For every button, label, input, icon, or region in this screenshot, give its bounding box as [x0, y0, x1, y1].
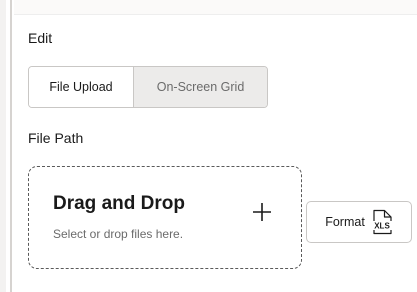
file-dropzone[interactable]: Drag and Drop Select or drop files here. [28, 166, 302, 269]
dropzone-subtitle: Select or drop files here. [53, 227, 184, 241]
left-rail [0, 0, 6, 292]
file-path-label: File Path [28, 130, 84, 146]
format-button-label: Format [325, 215, 365, 229]
xls-icon-text: XLS [374, 222, 390, 231]
tab-on-screen-grid[interactable]: On-Screen Grid [134, 67, 267, 107]
edit-section-label: Edit [28, 30, 53, 46]
panel-top-strip [14, 0, 417, 15]
xls-file-icon: XLS [371, 209, 393, 235]
left-rail-divider [10, 0, 12, 292]
format-button[interactable]: Format XLS [306, 201, 412, 243]
plus-icon [253, 203, 271, 221]
edit-mode-segmented-control: File Upload On-Screen Grid [28, 66, 268, 108]
tab-file-upload[interactable]: File Upload [29, 67, 134, 107]
edit-panel: Edit File Upload On-Screen Grid File Pat… [14, 0, 417, 292]
dropzone-title: Drag and Drop [53, 193, 185, 214]
